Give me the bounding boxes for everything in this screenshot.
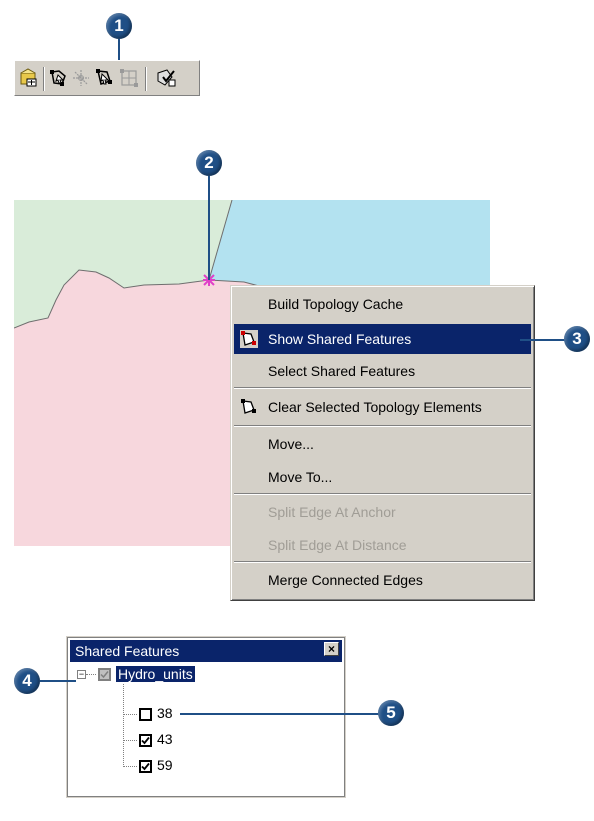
- menu-item-label: Move...: [268, 436, 314, 452]
- tree-connector: [86, 674, 96, 675]
- menu-separator: [234, 561, 531, 563]
- menu-item-label: Merge Connected Edges: [268, 572, 423, 588]
- context-menu: Build Topology Cache Show Shared Feature…: [230, 285, 535, 601]
- topology-build-icon[interactable]: [19, 68, 39, 88]
- menu-item-label: Split Edge At Anchor: [268, 504, 396, 520]
- callout-5-leader: [180, 713, 380, 715]
- menu-item-label: Build Topology Cache: [268, 296, 404, 312]
- menu-item-move[interactable]: Move...: [234, 429, 531, 459]
- callout-3-leader: [520, 339, 566, 341]
- menu-separator: [234, 493, 531, 495]
- menu-item-label: Show Shared Features: [268, 331, 412, 347]
- callout-4-leader: [40, 680, 76, 682]
- menu-item-label: Split Edge At Distance: [268, 537, 407, 553]
- menu-item-label: Move To...: [268, 469, 333, 485]
- menu-item-clear-selected-topology-elements[interactable]: Clear Selected Topology Elements: [234, 392, 531, 422]
- callout-2-leader: [208, 176, 210, 280]
- feature-checkbox-38[interactable]: [139, 708, 152, 721]
- collapse-icon[interactable]: −: [77, 670, 86, 679]
- checkmark-icon: [141, 762, 150, 771]
- show-shared-features-icon[interactable]: [95, 68, 115, 88]
- menu-item-label: Clear Selected Topology Elements: [268, 399, 482, 415]
- validate-topology-icon[interactable]: [155, 68, 176, 88]
- callout-5: 5: [378, 700, 404, 726]
- menu-item-split-edge-at-anchor: Split Edge At Anchor: [234, 497, 531, 527]
- callout-1: 1: [106, 13, 132, 39]
- feature-label: 59: [157, 757, 173, 773]
- callout-3: 3: [564, 326, 590, 352]
- menu-item-select-shared-features[interactable]: Select Shared Features: [234, 356, 531, 386]
- callout-2: 2: [196, 150, 222, 176]
- tree-connector: [123, 740, 137, 741]
- blue-polygon: [209, 200, 490, 290]
- layer-name-hydro-units[interactable]: Hydro_units: [116, 666, 195, 682]
- topology-element-icon[interactable]: [119, 68, 139, 88]
- topology-toolbar: [14, 60, 200, 96]
- feature-checkbox-59[interactable]: [139, 760, 152, 773]
- checkmark-icon: [141, 736, 150, 745]
- toolbar-separator: [145, 67, 147, 91]
- feature-checkbox-43[interactable]: [139, 734, 152, 747]
- menu-item-split-edge-at-distance: Split Edge At Distance: [234, 530, 531, 560]
- feature-label: 38: [157, 705, 173, 721]
- toolbar-separator: [43, 67, 45, 91]
- tree-connector: [123, 766, 137, 767]
- feature-label: 43: [157, 731, 173, 747]
- window-title: Shared Features: [75, 643, 180, 659]
- menu-item-build-topology-cache[interactable]: Build Topology Cache: [234, 289, 531, 319]
- menu-item-label: Select Shared Features: [268, 363, 416, 379]
- close-icon[interactable]: ×: [324, 642, 339, 656]
- topology-edge-icon[interactable]: [71, 68, 91, 88]
- callout-4: 4: [14, 668, 40, 694]
- clear-topology-elements-icon: [240, 398, 258, 416]
- shared-features-window: Shared Features × − Hydro_units 38 43 59: [67, 637, 345, 797]
- shared-features-titlebar[interactable]: Shared Features: [70, 640, 342, 662]
- tree-connector: [123, 714, 137, 715]
- topology-edit-icon[interactable]: [49, 68, 69, 88]
- tree-connector: [123, 684, 124, 767]
- menu-separator: [234, 425, 531, 427]
- layer-checkbox[interactable]: [98, 668, 111, 681]
- menu-item-merge-connected-edges[interactable]: Merge Connected Edges: [234, 565, 531, 595]
- menu-item-show-shared-features[interactable]: Show Shared Features: [234, 324, 531, 354]
- menu-item-move-to[interactable]: Move To...: [234, 462, 531, 492]
- show-shared-features-icon: [240, 330, 258, 348]
- menu-separator: [234, 387, 531, 389]
